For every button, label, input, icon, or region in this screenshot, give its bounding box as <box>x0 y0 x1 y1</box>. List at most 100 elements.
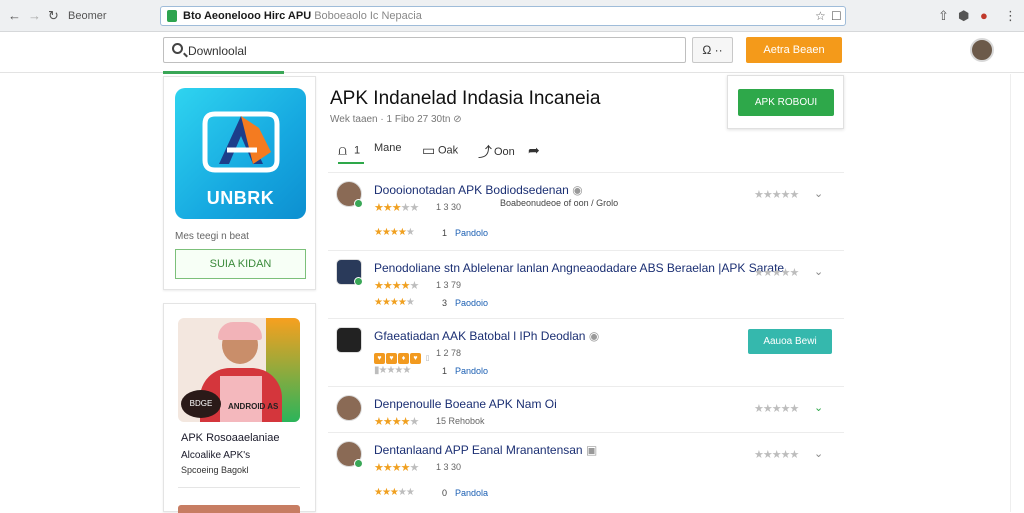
review-title[interactable]: Dentanlaand APP Eanal Mranantensan ▣ <box>374 443 597 457</box>
page-subtitle: Wek taaen · 1 Fibo 27 30tn ⊘ <box>330 114 462 125</box>
rate-stars-input[interactable]: ★★★★★ <box>754 402 799 415</box>
list-item[interactable]: Gfaeatiadan AAK Batobal l IPh Deodlan ◉ … <box>328 318 844 386</box>
promo-card: BDGE ANDROID AS APK Rosoaaelaniae Alcoal… <box>163 303 316 513</box>
active-tab-indicator <box>163 71 284 74</box>
search-box[interactable] <box>163 37 686 63</box>
url-path: Boboeaolo Ic Nepacia <box>314 10 422 22</box>
sub-rating-number: 1 <box>442 366 448 376</box>
review-link[interactable]: Pandolo <box>455 228 488 238</box>
app-icon-brand: UNBRK <box>206 188 275 208</box>
review-count: 1 3 30 <box>436 462 462 472</box>
review-count: 15 Rehobok <box>436 416 485 426</box>
avatar <box>336 441 363 468</box>
rating-stars: ★★★★★ <box>374 280 419 292</box>
promo-image[interactable]: BDGE ANDROID AS <box>178 318 300 422</box>
sub-rating-stars: ▮★★★★ <box>374 365 411 376</box>
app-meta: Mes teegi n beat <box>175 231 249 242</box>
promo-image-text: ANDROID AS <box>228 402 279 411</box>
forward-icon[interactable]: → <box>28 8 41 23</box>
rating-stars: ★★★★★ <box>374 462 419 474</box>
avatar <box>336 327 362 353</box>
reload-icon[interactable]: ↻ <box>48 8 59 24</box>
sub-rating-stars: ★★★★★ <box>374 227 415 238</box>
rate-stars-input[interactable]: ★★★★★ <box>754 266 799 279</box>
sub-rating-stars: ★★★★★ <box>374 487 415 498</box>
sub-rating-number: 0 <box>442 488 448 498</box>
primary-download-button[interactable]: APK ROBOUI <box>738 89 834 116</box>
review-link[interactable]: Paodoio <box>455 298 488 308</box>
review-action-button[interactable]: Aauoa Bewi <box>748 329 832 354</box>
chevron-down-icon[interactable]: ⌄ <box>814 401 823 414</box>
review-title[interactable]: Denpenoulle Boeane APK Nam Oi <box>374 397 557 411</box>
bookmark-star-icon[interactable]: ☆ <box>815 9 826 23</box>
search-input[interactable] <box>188 42 668 60</box>
header-action-button[interactable]: Aetra Beaen <box>746 37 842 63</box>
app-card: UNBRK Mes teegi n beat SUIA KIDAN <box>163 76 316 290</box>
share-icon[interactable]: ⇧ <box>938 8 949 24</box>
review-count: 1 2 78 <box>436 348 462 358</box>
secure-lock-icon <box>167 10 177 22</box>
avatar[interactable] <box>970 38 994 62</box>
rating-stars: ★★★★★ <box>374 416 419 428</box>
reader-mode-icon[interactable]: ☐ <box>831 9 842 23</box>
page-title: APK Indanelad Indasia Incaneia <box>330 88 601 109</box>
promo-title[interactable]: APK Rosoaaelaniae <box>181 432 279 444</box>
tab-comment[interactable]: ▭ Oak <box>422 142 458 159</box>
review-title[interactable]: Penodoliane stn Ablelenar lanlan Angneao… <box>374 261 784 275</box>
user-button[interactable]: Ω ·· <box>692 37 733 63</box>
rating-stars: ★★★★★ <box>374 202 419 214</box>
comment-icon: ▭ <box>422 142 436 158</box>
review-title[interactable]: Gfaeatiadan AAK Batobal l IPh Deodlan ◉ <box>374 329 599 343</box>
badge-icons: ♥ ♥ ♦ ♥ ▯ <box>374 347 434 365</box>
install-button[interactable]: SUIA KIDAN <box>175 249 306 279</box>
url-host: Bto Aeonelooo <box>183 10 261 22</box>
avatar <box>336 395 362 421</box>
review-meta: Boabeonudeoe of oon / Grolo <box>500 198 619 208</box>
active-tab-underline <box>338 162 364 164</box>
url-mid: Hirc APU <box>263 10 312 22</box>
rate-stars-input[interactable]: ★★★★★ <box>754 448 799 461</box>
promo-subtitle-2: Spcoeing Bagokl <box>181 465 249 475</box>
promo-subtitle: Alcoalike APK's <box>181 450 251 461</box>
like-icon: ⩍ <box>338 142 348 158</box>
forward-arrow-icon: ➦ <box>528 142 540 158</box>
tab-name[interactable]: Mane <box>374 142 402 154</box>
list-item[interactable]: Penodoliane stn Ablelenar lanlan Angneao… <box>328 250 844 318</box>
chevron-down-icon[interactable]: ⌄ <box>814 187 823 200</box>
menu-icon[interactable]: ⋮ <box>1004 8 1017 24</box>
list-item[interactable]: Doooionotadan APK Bodiodsedenan ◉ ★★★★★ … <box>328 172 844 250</box>
divider <box>178 487 300 488</box>
review-link[interactable]: Pandola <box>455 488 488 498</box>
review-count: 1 3 79 <box>436 280 462 290</box>
chevron-down-icon[interactable]: ⌄ <box>814 447 823 460</box>
search-icon <box>172 43 183 54</box>
rate-stars-input[interactable]: ★★★★★ <box>754 188 799 201</box>
sub-rating-stars: ★★★★★ <box>374 297 415 308</box>
chevron-down-icon[interactable]: ⌄ <box>814 265 823 278</box>
back-icon[interactable]: ← <box>8 8 21 23</box>
avatar <box>336 259 363 286</box>
extension-icon[interactable]: ⬢ <box>958 8 969 24</box>
sub-rating-number: 1 <box>442 228 448 238</box>
share-arrow-icon: ⤴ <box>478 144 492 160</box>
avatar <box>336 181 363 208</box>
tab-like[interactable]: ⩍ 1 <box>338 142 360 159</box>
address-bar[interactable]: Bto Aeonelooo Hirc APU Boboeaolo Ic Nepa… <box>160 6 846 26</box>
site-header: Ω ·· Aetra Beaen <box>0 33 1024 73</box>
sub-rating-number: 3 <box>442 298 448 308</box>
tab-share[interactable]: ⤴ Oon <box>478 142 515 162</box>
list-item[interactable]: Dentanlaand APP Eanal Mranantensan ▣ ★★★… <box>328 432 844 512</box>
list-item[interactable]: Denpenoulle Boeane APK Nam Oi ★★★★★ 15 R… <box>328 386 844 432</box>
app-logo-icon <box>202 111 280 173</box>
browser-chrome: ← → ↻ Beomer Bto Aeonelooo Hirc APU Bobo… <box>0 0 1024 32</box>
review-link[interactable]: Pandolo <box>455 366 488 376</box>
app-icon: UNBRK <box>175 88 306 219</box>
tab-label[interactable]: Beomer <box>68 10 107 22</box>
profile-icon[interactable]: ● <box>980 8 988 23</box>
scrollbar-track[interactable] <box>1010 74 1024 512</box>
action-panel: APK ROBOUI <box>727 75 844 129</box>
tab-forward[interactable]: ➦ <box>528 142 544 159</box>
promo-badge: BDGE <box>181 390 221 418</box>
review-count: 1 3 30 <box>436 202 462 212</box>
review-title[interactable]: Doooionotadan APK Bodiodsedenan ◉ <box>374 183 583 197</box>
